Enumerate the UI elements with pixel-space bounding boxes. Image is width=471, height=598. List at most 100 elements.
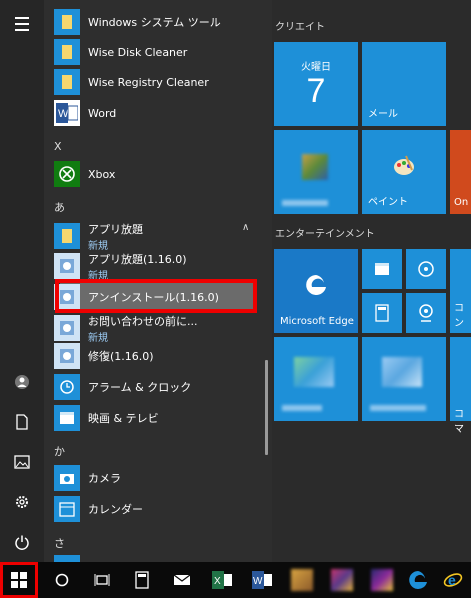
tile-label: On <box>454 197 469 208</box>
tile-label: コマ <box>454 409 464 435</box>
alarm-clock-icon <box>54 374 80 400</box>
svg-text:W: W <box>58 108 69 120</box>
search-button[interactable] <box>42 562 82 598</box>
section-header-x[interactable]: X <box>54 140 62 153</box>
extra-tile-top[interactable] <box>450 42 471 126</box>
calculator-icon <box>375 304 389 326</box>
partial-row-icon <box>54 555 80 562</box>
list-item-label: お問い合わせの前に... <box>88 314 198 328</box>
camera-icon <box>54 465 80 491</box>
tile-label: メール <box>368 109 398 120</box>
xbox-icon <box>54 161 80 187</box>
list-item[interactable]: Wise Registry Cleaner <box>44 67 264 97</box>
list-item[interactable]: アプリ放題(1.16.0) 新規 <box>44 250 264 282</box>
movies-tile[interactable] <box>362 249 402 289</box>
app-tile-1[interactable] <box>274 337 358 421</box>
folder-icon <box>54 69 80 95</box>
pictures-icon[interactable] <box>0 442 44 482</box>
calculator-tile[interactable] <box>362 293 402 333</box>
calculator-taskbar[interactable] <box>122 562 162 598</box>
document-icon[interactable] <box>0 402 44 442</box>
mail-taskbar[interactable] <box>162 562 202 598</box>
paint-tile[interactable]: ペイント <box>362 130 446 214</box>
office-tile-partial[interactable]: On <box>450 130 471 214</box>
svg-text:W: W <box>253 576 263 587</box>
photos-tile[interactable] <box>274 130 358 214</box>
section-header-sa[interactable]: さ <box>54 535 65 551</box>
installer-icon <box>54 343 80 369</box>
list-item-appli-folder[interactable]: アプリ放題 新規 <box>44 220 264 252</box>
list-item[interactable]: Windows システム ツール <box>44 7 264 37</box>
list-item[interactable]: W Word <box>44 98 264 128</box>
excel-taskbar[interactable]: X <box>202 562 242 598</box>
calendar-date: 7 <box>306 72 326 110</box>
app-taskbar-1[interactable] <box>282 562 322 598</box>
blurred-label <box>370 405 426 411</box>
task-view-button[interactable] <box>82 562 122 598</box>
webcam-tile[interactable] <box>406 293 446 333</box>
hamburger-icon[interactable] <box>0 4 44 44</box>
app-taskbar-2[interactable] <box>322 562 362 598</box>
scrollbar[interactable] <box>265 360 268 455</box>
blurred-app-icon <box>371 569 393 591</box>
folder-icon <box>54 9 80 35</box>
list-item-label: Wise Disk Cleaner <box>88 45 188 59</box>
excel-icon: X <box>212 571 232 589</box>
tile-area: クリエイト 火曜日 7 メール On ペイント エンターテインメント Micro… <box>272 0 471 562</box>
edge-icon <box>304 273 328 301</box>
word-taskbar[interactable]: W <box>242 562 282 598</box>
internet-explorer-icon: e <box>443 572 462 588</box>
edge-taskbar[interactable] <box>398 562 438 598</box>
list-item-alarm[interactable]: アラーム & クロック <box>44 372 264 402</box>
calendar-tile[interactable]: 火曜日 7 <box>274 42 358 126</box>
list-item-label: アラーム & クロック <box>88 381 192 394</box>
group-title-entertainment: エンターテインメント <box>275 229 375 240</box>
blurred-thumbnail <box>382 357 422 387</box>
word-icon: W <box>54 100 80 126</box>
taskbar: X W e <box>0 562 471 598</box>
tile-label: Microsoft Edge <box>280 316 354 327</box>
tile-label: ペイント <box>368 197 408 208</box>
start-rail <box>0 0 44 562</box>
settings-icon[interactable] <box>0 482 44 522</box>
calendar-icon <box>54 496 80 522</box>
list-item-xbox[interactable]: Xbox <box>44 159 264 189</box>
partial-tile-right-2[interactable]: コマ <box>450 337 471 435</box>
list-item[interactable]: お問い合わせの前に... 新規 <box>44 312 264 344</box>
list-item[interactable]: Wise Disk Cleaner <box>44 37 264 67</box>
app-taskbar-3[interactable] <box>362 562 402 598</box>
chevron-up-icon[interactable]: ∧ <box>242 222 249 233</box>
list-item[interactable]: 修復(1.16.0) <box>44 341 264 371</box>
list-item-label: Word <box>88 106 117 120</box>
film-icon <box>374 261 390 280</box>
app-tile-2[interactable] <box>362 337 446 421</box>
calendar-day: 火曜日 <box>301 62 331 73</box>
edge-icon <box>409 571 427 589</box>
start-button-highlight <box>0 562 38 598</box>
list-item-label: カメラ <box>88 472 121 485</box>
mail-tile[interactable]: メール <box>362 42 446 126</box>
installer-icon <box>54 253 80 279</box>
blurred-app-icon <box>331 569 353 591</box>
blurred-label <box>282 200 328 206</box>
groove-tile[interactable] <box>406 249 446 289</box>
list-item-calendar[interactable]: カレンダー <box>44 494 264 524</box>
partial-tile-right[interactable]: コン <box>450 249 471 333</box>
section-header-a[interactable]: あ <box>54 199 65 215</box>
installer-icon <box>54 315 80 341</box>
section-header-ka[interactable]: か <box>54 443 65 459</box>
ie-taskbar[interactable]: e <box>434 562 471 598</box>
tile-label: コン <box>454 303 464 329</box>
user-icon[interactable] <box>0 362 44 402</box>
list-item-label: Xbox <box>88 167 116 181</box>
power-icon[interactable] <box>0 522 44 562</box>
svg-text:X: X <box>214 576 221 587</box>
list-item-camera[interactable]: カメラ <box>44 463 264 493</box>
search-circle-icon <box>55 573 69 587</box>
list-item-label: 修復(1.16.0) <box>88 350 154 363</box>
envelope-icon <box>173 574 191 585</box>
music-disc-icon <box>417 260 435 282</box>
list-item-movies[interactable]: 映画 & テレビ <box>44 403 264 433</box>
edge-tile[interactable]: Microsoft Edge <box>274 249 358 333</box>
paint-palette-icon <box>392 154 416 182</box>
